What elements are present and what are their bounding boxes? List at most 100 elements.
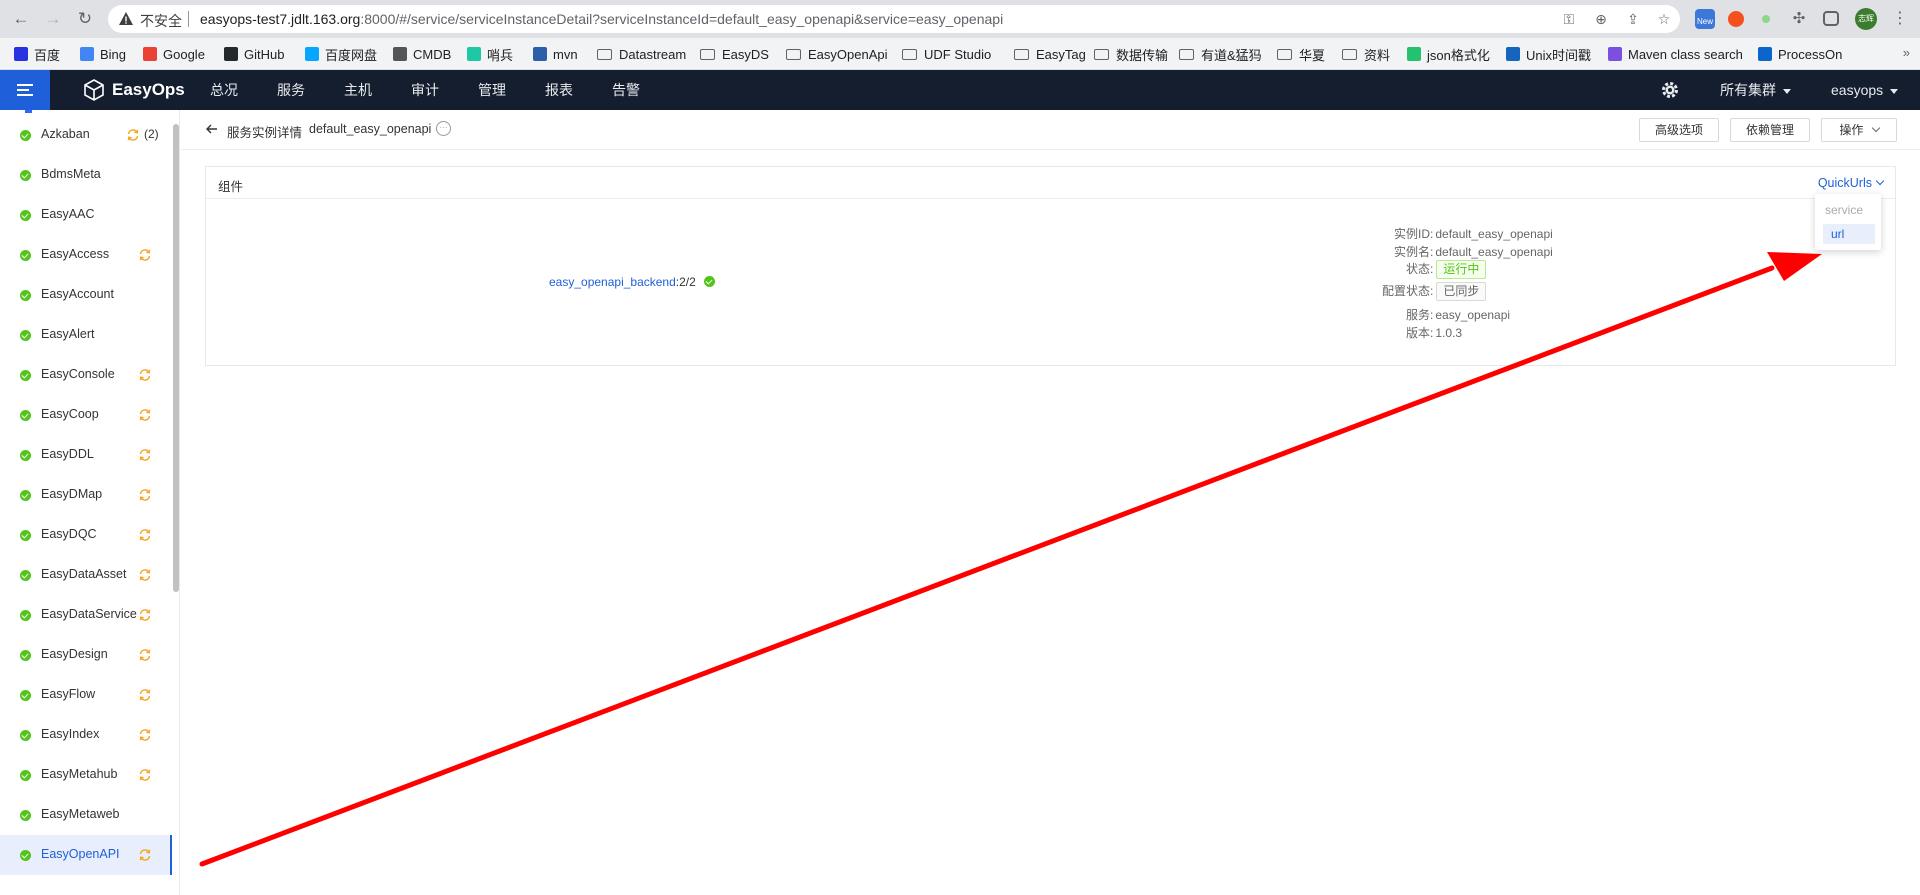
sidebar-item-easymetahub[interactable]: EasyMetahub bbox=[0, 755, 172, 795]
sidebar-item-easydataservice[interactable]: EasyDataService bbox=[0, 595, 172, 635]
bookmark-label: 华夏 bbox=[1299, 47, 1326, 63]
sidebar-item-label: EasyAAC bbox=[41, 207, 95, 221]
bookmark-16[interactable]: 资料 bbox=[1342, 45, 1390, 63]
user-menu[interactable]: easyops bbox=[1831, 70, 1899, 110]
dependency-manage-button[interactable]: 依赖管理 bbox=[1730, 118, 1810, 142]
key-icon[interactable]: ⚿ bbox=[1560, 10, 1578, 28]
nav-overview[interactable]: 总况 bbox=[210, 70, 238, 110]
share-icon[interactable]: ⇪ bbox=[1624, 10, 1642, 28]
sidebar-item-bdmsmeta[interactable]: BdmsMeta bbox=[0, 155, 172, 195]
bookmark-18[interactable]: Unix时间戳 bbox=[1506, 45, 1591, 63]
bookmark-4[interactable]: 百度网盘 bbox=[305, 45, 377, 63]
bookmark-8[interactable]: Datastream bbox=[597, 45, 686, 63]
maven-search-icon bbox=[1608, 47, 1622, 61]
bookmark-9[interactable]: EasyDS bbox=[700, 45, 769, 63]
sidebar-item-easyddl[interactable]: EasyDDL bbox=[0, 435, 172, 475]
quickurls-dropdown[interactable]: QuickUrls bbox=[1817, 176, 1885, 190]
bookmark-14[interactable]: 有道&猛犸 bbox=[1179, 45, 1262, 63]
sidebar-item-easyaccess[interactable]: EasyAccess bbox=[0, 235, 172, 275]
folder-icon bbox=[902, 48, 917, 60]
bookmark-6[interactable]: 哨兵 bbox=[467, 45, 513, 63]
sidebar-item-azkaban[interactable]: Azkaban (2) bbox=[0, 115, 172, 155]
bookmark-12[interactable]: EasyTag bbox=[1014, 45, 1086, 63]
quickurls-label: QuickUrls bbox=[1817, 176, 1872, 190]
url-text[interactable]: easyops-test7.jdlt.163.org:8000/#/servic… bbox=[200, 11, 1003, 27]
sidebar-scrollbar[interactable] bbox=[173, 124, 179, 592]
bookmark-label: GitHub bbox=[244, 46, 285, 62]
bookmark-0[interactable]: 百度 bbox=[14, 45, 60, 63]
component-link[interactable]: easy_openapi_backend:2/2 bbox=[549, 275, 715, 289]
browser-menu-icon[interactable]: ⋮ bbox=[1890, 9, 1910, 29]
comment-icon[interactable]: ··· bbox=[436, 121, 451, 136]
sync-icon bbox=[127, 129, 139, 141]
sidebar-item-easyindex[interactable]: EasyIndex bbox=[0, 715, 172, 755]
bookmarks-more-icon[interactable]: » bbox=[1903, 45, 1910, 60]
sync-icon bbox=[139, 369, 151, 381]
sidebar-item-easyalert[interactable]: EasyAlert bbox=[0, 315, 172, 355]
card-header: 组件 QuickUrls bbox=[206, 167, 1895, 199]
card-title: 组件 bbox=[218, 180, 244, 194]
bookmark-2[interactable]: Google bbox=[143, 45, 205, 63]
sidebar-item-easymetaweb[interactable]: EasyMetaweb bbox=[0, 795, 172, 835]
sidebar-item-easyconsole[interactable]: EasyConsole bbox=[0, 355, 172, 395]
bookmark-19[interactable]: Maven class search bbox=[1608, 45, 1743, 63]
bookmark-label: EasyOpenApi bbox=[808, 46, 888, 62]
sidebar-item-easydataasset[interactable]: EasyDataAsset bbox=[0, 555, 172, 595]
cmdb-icon bbox=[393, 47, 407, 61]
url-host: easyops-test7.jdlt.163.org bbox=[200, 11, 361, 27]
sidebar-item-easyopenapi[interactable]: EasyOpenAPI bbox=[0, 835, 172, 875]
bookmark-7[interactable]: mvn bbox=[533, 45, 578, 63]
sidebar-item-easyaccount[interactable]: EasyAccount bbox=[0, 275, 172, 315]
extension-new-icon[interactable]: New bbox=[1695, 9, 1715, 29]
app-logo[interactable]: EasyOps bbox=[82, 79, 185, 101]
gear-icon[interactable] bbox=[1660, 80, 1680, 100]
bookmark-10[interactable]: EasyOpenApi bbox=[786, 45, 888, 63]
sidebar-item-easycoop[interactable]: EasyCoop bbox=[0, 395, 172, 435]
nav-services[interactable]: 服务 bbox=[277, 70, 305, 110]
reload-icon[interactable]: ↻ bbox=[74, 8, 96, 30]
dropdown-item-url[interactable]: url bbox=[1823, 224, 1875, 244]
sidebar-item-easydqc[interactable]: EasyDQC bbox=[0, 515, 172, 555]
bookmark-17[interactable]: json格式化 bbox=[1407, 45, 1490, 63]
address-bar[interactable]: 不安全 easyops-test7.jdlt.163.org:8000/#/se… bbox=[108, 5, 1680, 33]
back-icon[interactable]: ← bbox=[10, 8, 32, 30]
sidebar-item-easyaac[interactable]: EasyAAC bbox=[0, 195, 172, 235]
bookmark-13[interactable]: 数据传输 bbox=[1094, 45, 1168, 63]
advanced-options-button[interactable]: 高级选项 bbox=[1639, 118, 1719, 142]
caret-down-icon bbox=[1890, 88, 1899, 94]
extension-green-dot-icon[interactable] bbox=[1762, 15, 1770, 23]
bookmark-15[interactable]: 华夏 bbox=[1277, 45, 1325, 63]
folder-icon bbox=[597, 48, 612, 60]
extension-orange-icon[interactable] bbox=[1728, 11, 1744, 27]
sidebar-item-easydesign[interactable]: EasyDesign bbox=[0, 635, 172, 675]
star-icon[interactable]: ☆ bbox=[1655, 10, 1673, 28]
cluster-selector[interactable]: 所有集群 bbox=[1720, 70, 1791, 110]
nav-audit[interactable]: 审计 bbox=[411, 70, 439, 110]
bookmark-3[interactable]: GitHub bbox=[224, 45, 284, 63]
check-circle-icon bbox=[20, 450, 31, 461]
bookmark-11[interactable]: UDF Studio bbox=[902, 45, 991, 63]
nav-manage[interactable]: 管理 bbox=[478, 70, 506, 110]
puzzle-icon[interactable]: ✣ bbox=[1789, 9, 1809, 29]
zoom-icon[interactable]: ⊕ bbox=[1592, 10, 1610, 28]
component-name[interactable]: easy_openapi_backend bbox=[549, 275, 676, 289]
bookmark-1[interactable]: Bing bbox=[80, 45, 126, 63]
back-arrow-icon[interactable] bbox=[205, 122, 219, 136]
nav-hosts[interactable]: 主机 bbox=[344, 70, 372, 110]
sidepanel-icon[interactable] bbox=[1823, 11, 1839, 26]
bookmark-5[interactable]: CMDB bbox=[393, 45, 451, 63]
quickurls-menu: service url bbox=[1815, 194, 1881, 250]
sidebar-item-easyflow[interactable]: EasyFlow bbox=[0, 675, 172, 715]
nav-reports[interactable]: 报表 bbox=[545, 70, 573, 110]
sidebar-item-easydmap[interactable]: EasyDMap bbox=[0, 475, 172, 515]
profile-avatar[interactable]: 志辉 bbox=[1855, 8, 1877, 30]
sentinel-icon bbox=[467, 47, 481, 61]
cluster-label: 所有集群 bbox=[1720, 82, 1776, 98]
menu-toggle-button[interactable] bbox=[0, 70, 50, 110]
bookmark-label: Datastream bbox=[619, 46, 687, 62]
bookmark-20[interactable]: ProcessOn bbox=[1758, 45, 1842, 63]
actions-button[interactable]: 操作 bbox=[1821, 118, 1897, 142]
nav-alerts[interactable]: 告警 bbox=[612, 70, 640, 110]
check-circle-icon bbox=[20, 330, 31, 341]
forward-icon[interactable]: → bbox=[42, 8, 64, 30]
